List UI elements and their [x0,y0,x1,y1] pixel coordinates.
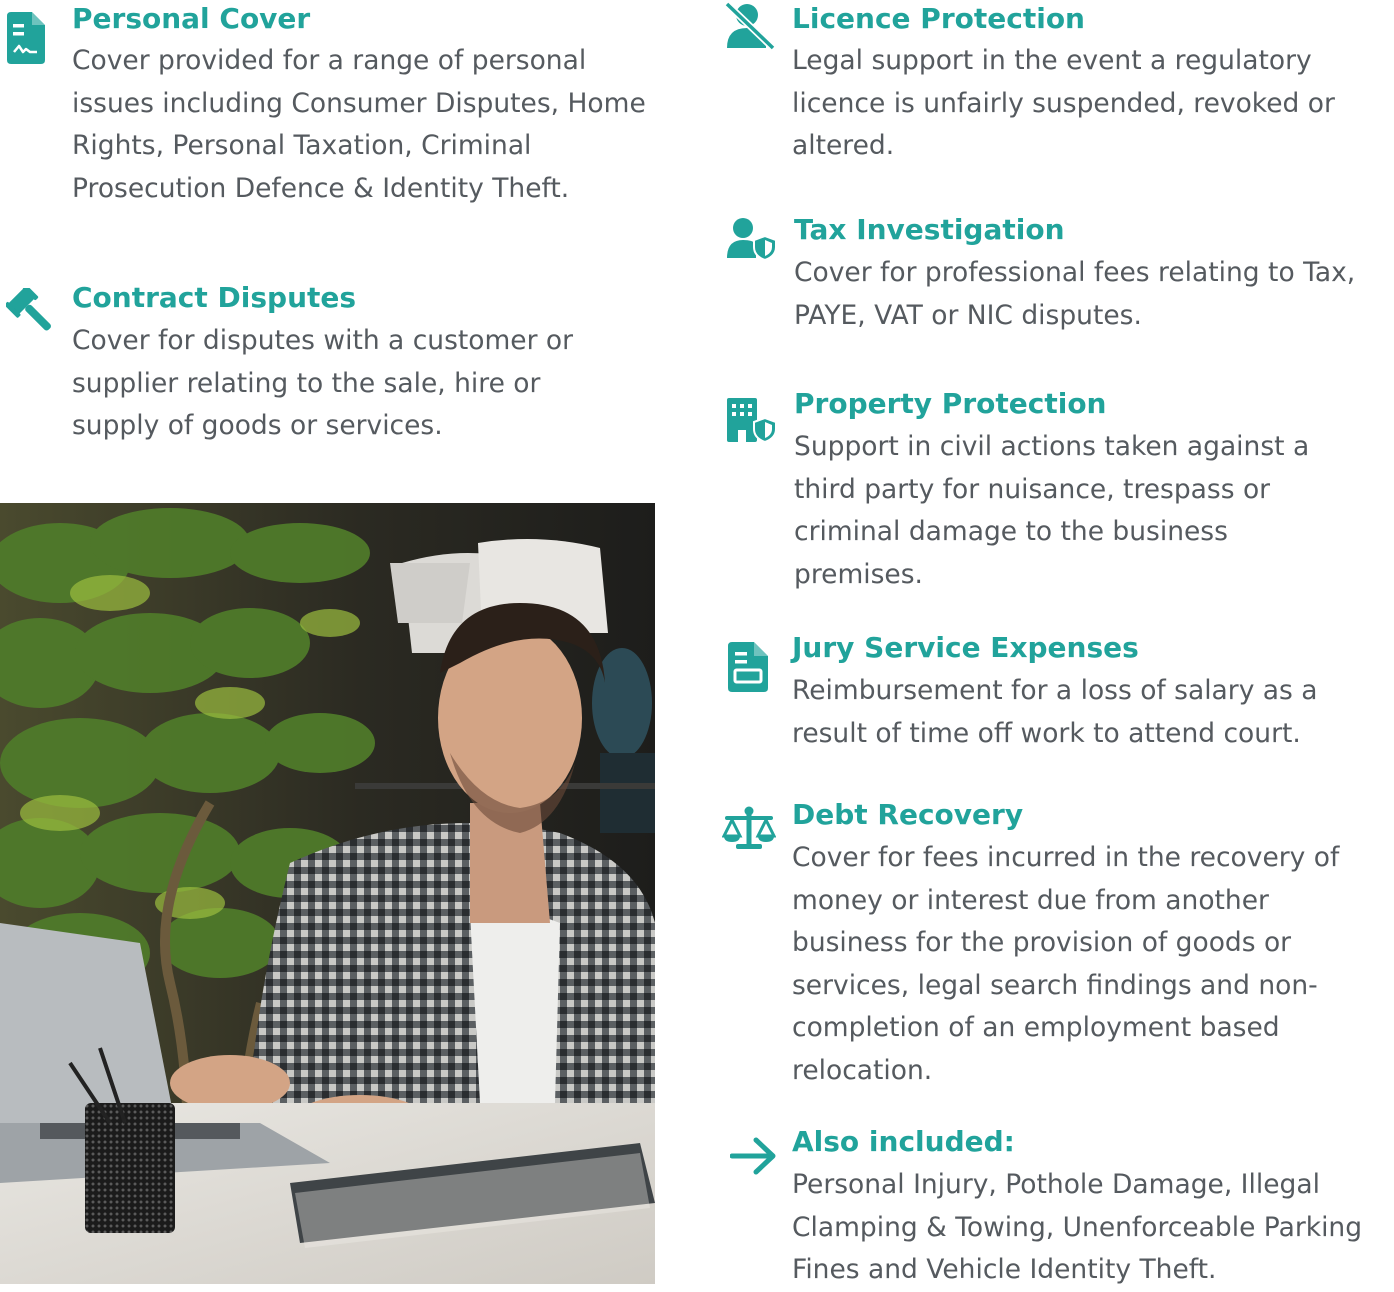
feature-description: Support in civil actions taken against a… [794,431,1310,590]
feature-title: Tax Investigation [794,213,1065,246]
scales-icon [722,806,776,849]
feature-description: Cover for fees incurred in the recovery … [792,842,1340,1086]
user-shield-icon [727,218,777,260]
feature-title: Property Protection [794,387,1107,420]
arrow-right-icon [730,1137,776,1175]
man-using-laptop-photo [0,503,655,1284]
gavel-icon [6,288,51,331]
building-shield-icon [727,398,777,442]
feature-title: Contract Disputes [72,281,357,314]
feature-description: Reimbursement for a loss of salary as a … [792,675,1318,749]
document-icon [728,642,768,692]
feature-title: Debt Recovery [792,798,1024,831]
feature-description: Legal support in the event a regulatory … [792,45,1335,162]
feature-title: Personal Cover [72,2,311,35]
medical-document-icon [7,12,45,64]
feature-title: Also included: [792,1125,1015,1158]
feature-description: Cover provided for a range of personal i… [72,45,646,204]
feature-description: Cover for professional fees relating to … [794,257,1356,331]
user-slash-icon [725,2,775,50]
feature-title: Licence Protection [792,2,1085,35]
feature-description: Cover for disputes with a customer or su… [72,325,574,442]
feature-description: Personal Injury, Pothole Damage, Illegal… [792,1169,1363,1286]
feature-title: Jury Service Expenses [792,631,1139,664]
